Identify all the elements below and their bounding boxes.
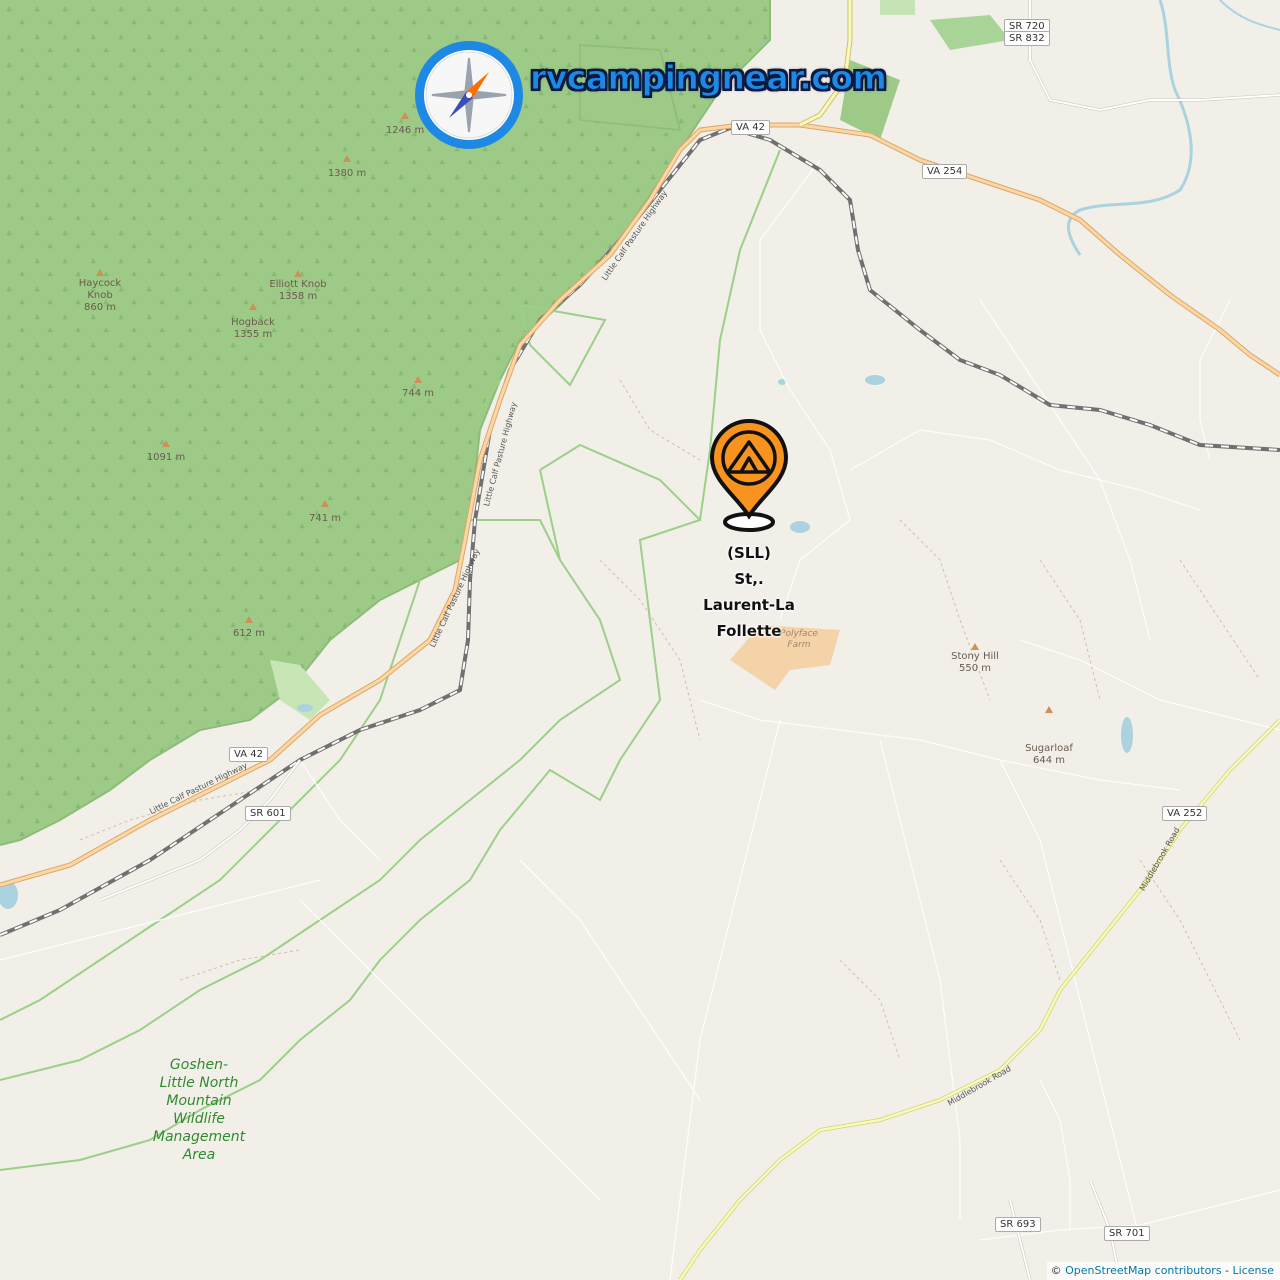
peak-label-hogback: Hogback 1355 m [231,317,275,340]
route-shield-sr601: SR 601 [245,806,291,821]
map-attribution: © OpenStreetMap contributors - License [1046,1262,1280,1280]
map-view[interactable]: ♣ ♣ [0,0,1280,1280]
peak-label-elliott-knob: Elliott Knob 1358 m [269,279,327,302]
peak-label-1380: 1380 m [327,168,367,179]
attribution-separator: - [1221,1264,1233,1277]
compass-icon [415,41,523,149]
campsite-pin-icon[interactable] [706,418,792,534]
route-shield-sr693: SR 693 [995,1217,1041,1232]
peak-label-stony-hill: Stony Hill 550 m [951,651,999,674]
route-shield-sr832: SR 832 [1004,31,1050,46]
route-shield-va42-north: VA 42 [731,120,770,135]
peak-label-612: 612 m [232,628,266,639]
peak-label-1091: 1091 m [146,452,186,463]
wildlife-area-label: Goshen- Little North Mountain Wildlife Manag… [152,1057,246,1163]
route-shield-va42-south: VA 42 [229,747,268,762]
peak-label-haycock-knob: Haycock Knob 860 m [78,278,122,313]
peak-label-741: 741 m [308,513,342,524]
peak-label-744: 744 m [401,388,435,399]
route-shield-va254: VA 254 [922,164,968,179]
license-link[interactable]: License [1233,1264,1274,1277]
copyright-symbol: © [1050,1264,1062,1277]
route-shield-va252: VA 252 [1162,806,1208,821]
route-shield-sr701: SR 701 [1104,1226,1150,1241]
osm-contributors-link[interactable]: OpenStreetMap contributors [1065,1264,1221,1277]
campsite-label[interactable]: (SLL) St,. Laurent-La Follette [689,540,809,644]
brand-wordmark[interactable]: rvcampingnear.com [529,58,887,98]
peak-label-sugarloaf: Sugarloaf 644 m [1025,743,1073,766]
